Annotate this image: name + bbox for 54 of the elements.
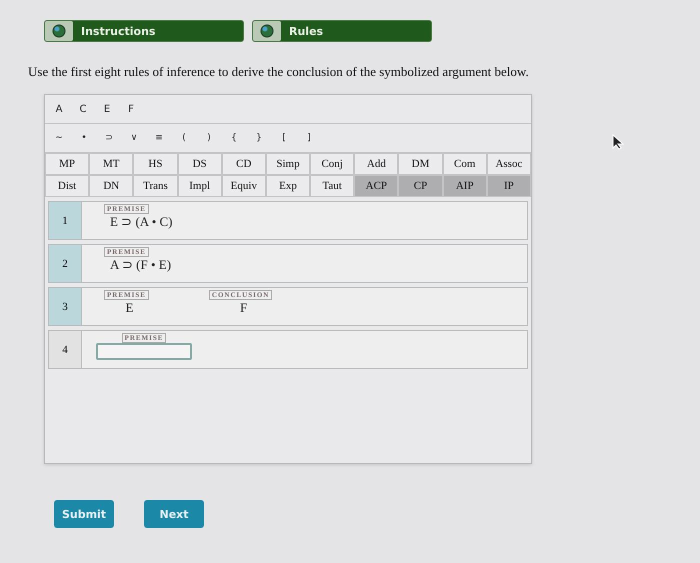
symbol-key[interactable]: ~ xyxy=(55,133,63,143)
line-number: 1 xyxy=(49,202,82,239)
letter-key[interactable]: A xyxy=(55,104,63,114)
line-number: 2 xyxy=(49,245,82,282)
rule-button[interactable]: Add xyxy=(354,153,398,175)
rule-button[interactable]: CD xyxy=(222,153,266,175)
rule-button[interactable]: Com xyxy=(442,153,487,175)
formula: E xyxy=(124,300,134,316)
rule-button[interactable]: Exp xyxy=(266,175,310,197)
letter-key[interactable]: C xyxy=(79,104,87,114)
symbol-key[interactable]: } xyxy=(255,133,263,143)
rule-button[interactable]: Assoc xyxy=(486,153,531,175)
symbol-key[interactable]: • xyxy=(80,133,88,143)
rule-button[interactable]: Conj xyxy=(310,153,354,175)
rule-button[interactable]: ACP xyxy=(354,175,398,197)
symbol-key[interactable]: ( xyxy=(180,133,188,143)
formula: A ⊃ (F • E) xyxy=(109,257,172,273)
symbol-key[interactable]: ] xyxy=(305,133,313,143)
rule-button[interactable]: DN xyxy=(89,175,134,197)
rule-button[interactable]: Trans xyxy=(133,175,178,197)
line-number: 3 xyxy=(49,288,82,325)
rule-button[interactable]: DS xyxy=(178,153,222,175)
symbol-key[interactable]: ∨ xyxy=(130,133,138,143)
cursor-icon xyxy=(612,134,624,150)
formula: F xyxy=(239,300,248,316)
tab[interactable]: Rules xyxy=(252,20,432,42)
symbol-key[interactable]: ) xyxy=(205,133,213,143)
letter-key[interactable]: E xyxy=(103,104,111,114)
tab[interactable]: Instructions xyxy=(44,20,244,42)
rule-button[interactable]: Impl xyxy=(178,175,222,197)
rule-button[interactable]: Equiv xyxy=(222,175,266,197)
formula: E ⊃ (A • C) xyxy=(109,214,172,230)
symbol-key[interactable]: { xyxy=(230,133,238,143)
rule-button[interactable]: Taut xyxy=(310,175,354,197)
symbol-key[interactable]: [ xyxy=(280,133,288,143)
symbol-key[interactable]: ≡ xyxy=(155,133,163,143)
input-field[interactable] xyxy=(96,343,192,360)
rule-button[interactable]: Dist xyxy=(45,175,90,197)
globe-icon xyxy=(52,24,66,38)
rule-button[interactable]: AIP xyxy=(442,175,487,197)
rule-button[interactable]: MT xyxy=(89,153,134,175)
submit-button[interactable]: Submit xyxy=(54,500,114,528)
rule-button[interactable]: CP xyxy=(398,175,443,197)
letter-key[interactable]: F xyxy=(127,104,135,114)
next-button[interactable]: Next xyxy=(144,500,204,528)
globe-icon xyxy=(260,24,274,38)
line-number: 4 xyxy=(49,331,82,368)
symbol-key[interactable]: ⊃ xyxy=(105,133,113,143)
rule-button[interactable]: MP xyxy=(45,153,90,175)
rule-button[interactable]: HS xyxy=(133,153,178,175)
rule-button[interactable]: DM xyxy=(398,153,443,175)
rule-button[interactable]: IP xyxy=(486,175,531,197)
instruction-text: Use the first eight rules of inference to derive the conclusion of the symbolized argument below. xyxy=(28,64,530,80)
rule-button[interactable]: Simp xyxy=(266,153,310,175)
